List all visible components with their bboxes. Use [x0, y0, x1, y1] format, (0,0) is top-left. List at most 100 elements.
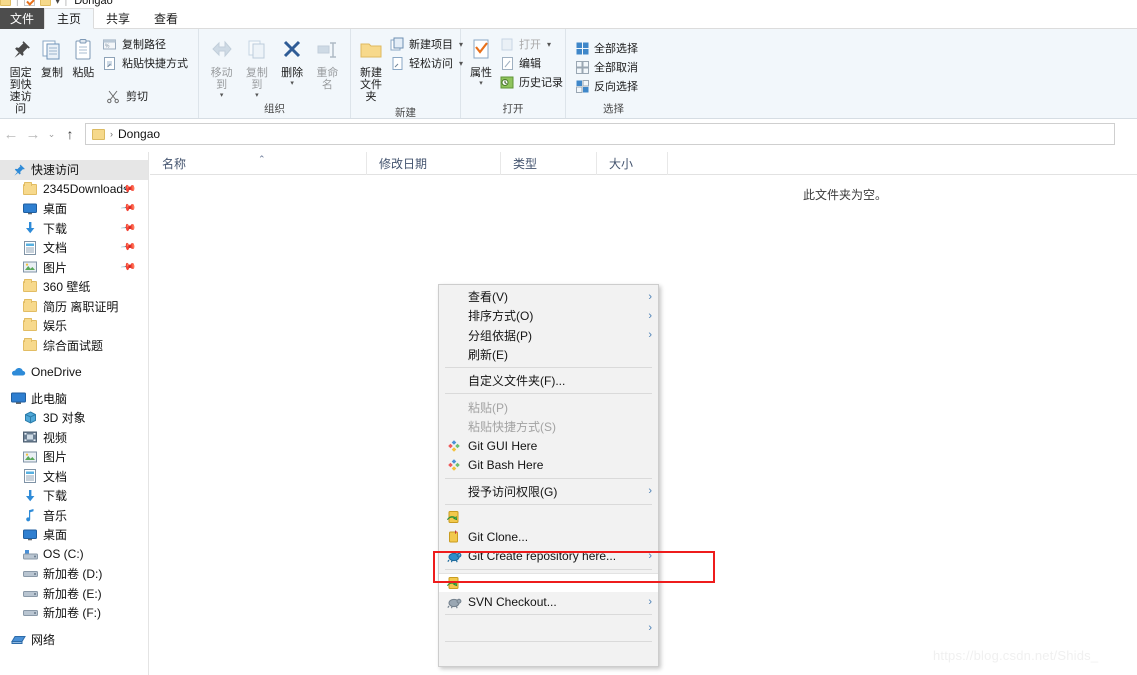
tab-view[interactable]: 查看: [142, 8, 190, 29]
select-all-button[interactable]: 全部选择: [572, 39, 642, 57]
forward-arrow-icon[interactable]: →: [22, 123, 44, 145]
menu-item-git-clone[interactable]: [439, 508, 658, 527]
menu-item-git-gui-here[interactable]: Git GUI Here: [439, 436, 658, 455]
chevron-down-icon[interactable]: ▾: [255, 92, 259, 99]
context-menu[interactable]: 查看(V) › 排序方式(O) › 分组依据(P) › 刷新(E) 自定义文件夹…: [438, 284, 659, 668]
easy-access-button[interactable]: 轻松访问 ▾: [387, 54, 467, 72]
menu-item-grant-access[interactable]: 授予访问权限(G) ›: [439, 482, 658, 501]
select-none-button[interactable]: 全部取消: [572, 58, 642, 76]
open-button[interactable]: 打开 ▾: [497, 35, 567, 53]
sidebar-item-music[interactable]: 音乐: [0, 506, 148, 526]
column-header-size[interactable]: 大小: [596, 151, 667, 175]
sidebar-item-downloads[interactable]: 下载 📌: [0, 219, 148, 239]
back-arrow-icon[interactable]: ←: [0, 123, 22, 145]
pin-icon[interactable]: 📌: [119, 259, 136, 275]
tab-home[interactable]: 主页: [44, 8, 95, 29]
sidebar-item-network[interactable]: 网络: [0, 630, 148, 650]
new-item-button[interactable]: 新建项目 ▾: [387, 35, 467, 53]
sidebar-item-this-pc[interactable]: 此电脑: [0, 389, 148, 409]
star-pin-icon: [10, 162, 26, 178]
dropdown-caret-icon[interactable]: ▾: [56, 0, 60, 6]
paste-button[interactable]: 粘贴: [69, 33, 98, 81]
delete-button[interactable]: 删除 ▾: [276, 33, 309, 89]
pin-icon[interactable]: 📌: [119, 240, 136, 256]
sidebar-item-drive-e[interactable]: 新加卷 (E:): [0, 584, 148, 604]
navigation-pane[interactable]: 快速访问 2345Downloads 📌 桌面 📌 下载 📌 文档 📌 图片 📌…: [0, 152, 149, 675]
menu-item-refresh[interactable]: 刷新(E): [439, 345, 658, 364]
sidebar-item-resume-resignation[interactable]: 简历 离职证明: [0, 297, 148, 317]
tab-share[interactable]: 共享: [94, 8, 142, 29]
menu-item-customize-folder[interactable]: 自定义文件夹(F)...: [439, 371, 658, 390]
sidebar-item-onedrive[interactable]: OneDrive: [0, 362, 148, 382]
qat-divider-2: |: [64, 0, 68, 7]
network-icon: [10, 631, 26, 647]
quick-access-toolbar[interactable]: | ▾ | Dongao: [0, 0, 113, 8]
address-bar: ← → ⌄ ↑ › Dongao: [0, 119, 1137, 149]
chevron-down-icon[interactable]: ▾: [220, 92, 224, 99]
sidebar-item-os-c-drive[interactable]: OS (C:): [0, 545, 148, 565]
edit-button[interactable]: 编辑: [497, 54, 567, 72]
desktop-icon: [22, 201, 38, 217]
up-arrow-icon[interactable]: ↑: [59, 123, 81, 145]
pin-to-quick-access-button[interactable]: 固定到快 速访问: [6, 33, 35, 117]
folder-icon: [22, 318, 38, 334]
rename-button[interactable]: 重命名: [311, 33, 344, 93]
menu-item-sort-by[interactable]: 排序方式(O) ›: [439, 306, 658, 325]
menu-item-svn-checkout[interactable]: [439, 572, 658, 593]
sidebar-item-desktop[interactable]: 桌面 📌: [0, 199, 148, 219]
copy-button[interactable]: 复制: [37, 33, 66, 81]
menu-item-tortoisegit[interactable]: Git Create repository here... ›: [439, 547, 658, 566]
open-small-commands: 打开 ▾ 编辑 历史记录: [497, 33, 567, 91]
recent-dropdown-icon[interactable]: ⌄: [44, 123, 59, 145]
menu-item-tortoisesvn[interactable]: SVN Checkout... ›: [439, 592, 658, 611]
move-to-button[interactable]: 移动到 ▾: [205, 33, 238, 101]
menu-item-git-bash-here[interactable]: Git Bash Here: [439, 455, 658, 474]
sidebar-item-drive-f[interactable]: 新加卷 (F:): [0, 603, 148, 623]
chevron-down-icon[interactable]: ▾: [547, 40, 551, 49]
sidebar-item-videos[interactable]: 视频: [0, 428, 148, 448]
pin-icon[interactable]: 📌: [119, 201, 136, 217]
tab-file[interactable]: 文件: [0, 8, 45, 29]
chevron-down-icon[interactable]: ▾: [290, 80, 294, 87]
sidebar-label: 网络: [31, 632, 56, 647]
column-header-name[interactable]: 名称 ⌃: [150, 152, 366, 175]
menu-item-view[interactable]: 查看(V) ›: [439, 287, 658, 306]
menu-item-git-create-repository[interactable]: Git Clone...: [439, 527, 658, 546]
sidebar-label: 快速访问: [31, 163, 80, 178]
sidebar-item-downloads-pc[interactable]: 下载: [0, 486, 148, 506]
sidebar-item-drive-d[interactable]: 新加卷 (D:): [0, 564, 148, 584]
sidebar-item-desktop-pc[interactable]: 桌面: [0, 525, 148, 545]
menu-item-new[interactable]: ›: [439, 618, 658, 637]
select-none-label: 全部取消: [594, 62, 638, 74]
edit-icon: [499, 55, 515, 71]
sidebar-item-pictures[interactable]: 图片 📌: [0, 258, 148, 278]
address-input[interactable]: › Dongao: [85, 123, 1115, 145]
menu-item-group-by[interactable]: 分组依据(P) ›: [439, 326, 658, 345]
sidebar-item-entertainment[interactable]: 娱乐: [0, 316, 148, 336]
sidebar-item-2345downloads[interactable]: 2345Downloads 📌: [0, 180, 148, 200]
sidebar-item-quick-access[interactable]: 快速访问: [0, 160, 148, 180]
paste-shortcut-button[interactable]: 粘贴快捷方式: [100, 54, 192, 72]
checkbox-icon[interactable]: [23, 0, 35, 6]
column-header-date[interactable]: 修改日期: [366, 151, 500, 175]
column-header-type[interactable]: 类型: [500, 151, 596, 175]
sidebar-item-documents[interactable]: 文档 📌: [0, 238, 148, 258]
properties-button[interactable]: 属性 ▾: [467, 33, 495, 89]
menu-item-properties[interactable]: [439, 645, 658, 664]
history-button[interactable]: 历史记录: [497, 73, 567, 91]
breadcrumb-dongao[interactable]: Dongao: [118, 127, 160, 141]
cut-button[interactable]: 剪切: [100, 87, 192, 105]
chevron-down-icon[interactable]: ▾: [479, 80, 483, 87]
sidebar-item-pictures-pc[interactable]: 图片: [0, 447, 148, 467]
copy-path-button[interactable]: % 复制路径: [100, 35, 192, 53]
sidebar-item-documents-pc[interactable]: 文档: [0, 467, 148, 487]
sidebar-item-3d-objects[interactable]: 3D 对象: [0, 408, 148, 428]
sidebar-item-360-wallpaper[interactable]: 360 壁纸: [0, 277, 148, 297]
new-folder-button[interactable]: 新建 文件夹: [357, 33, 385, 105]
invert-selection-button[interactable]: 反向选择: [572, 77, 642, 95]
sidebar-item-interview-questions[interactable]: 综合面试题: [0, 336, 148, 356]
column-header-filler[interactable]: [667, 151, 1127, 175]
copy-to-button[interactable]: 复制到 ▾: [240, 33, 273, 101]
pin-icon[interactable]: 📌: [119, 220, 136, 236]
